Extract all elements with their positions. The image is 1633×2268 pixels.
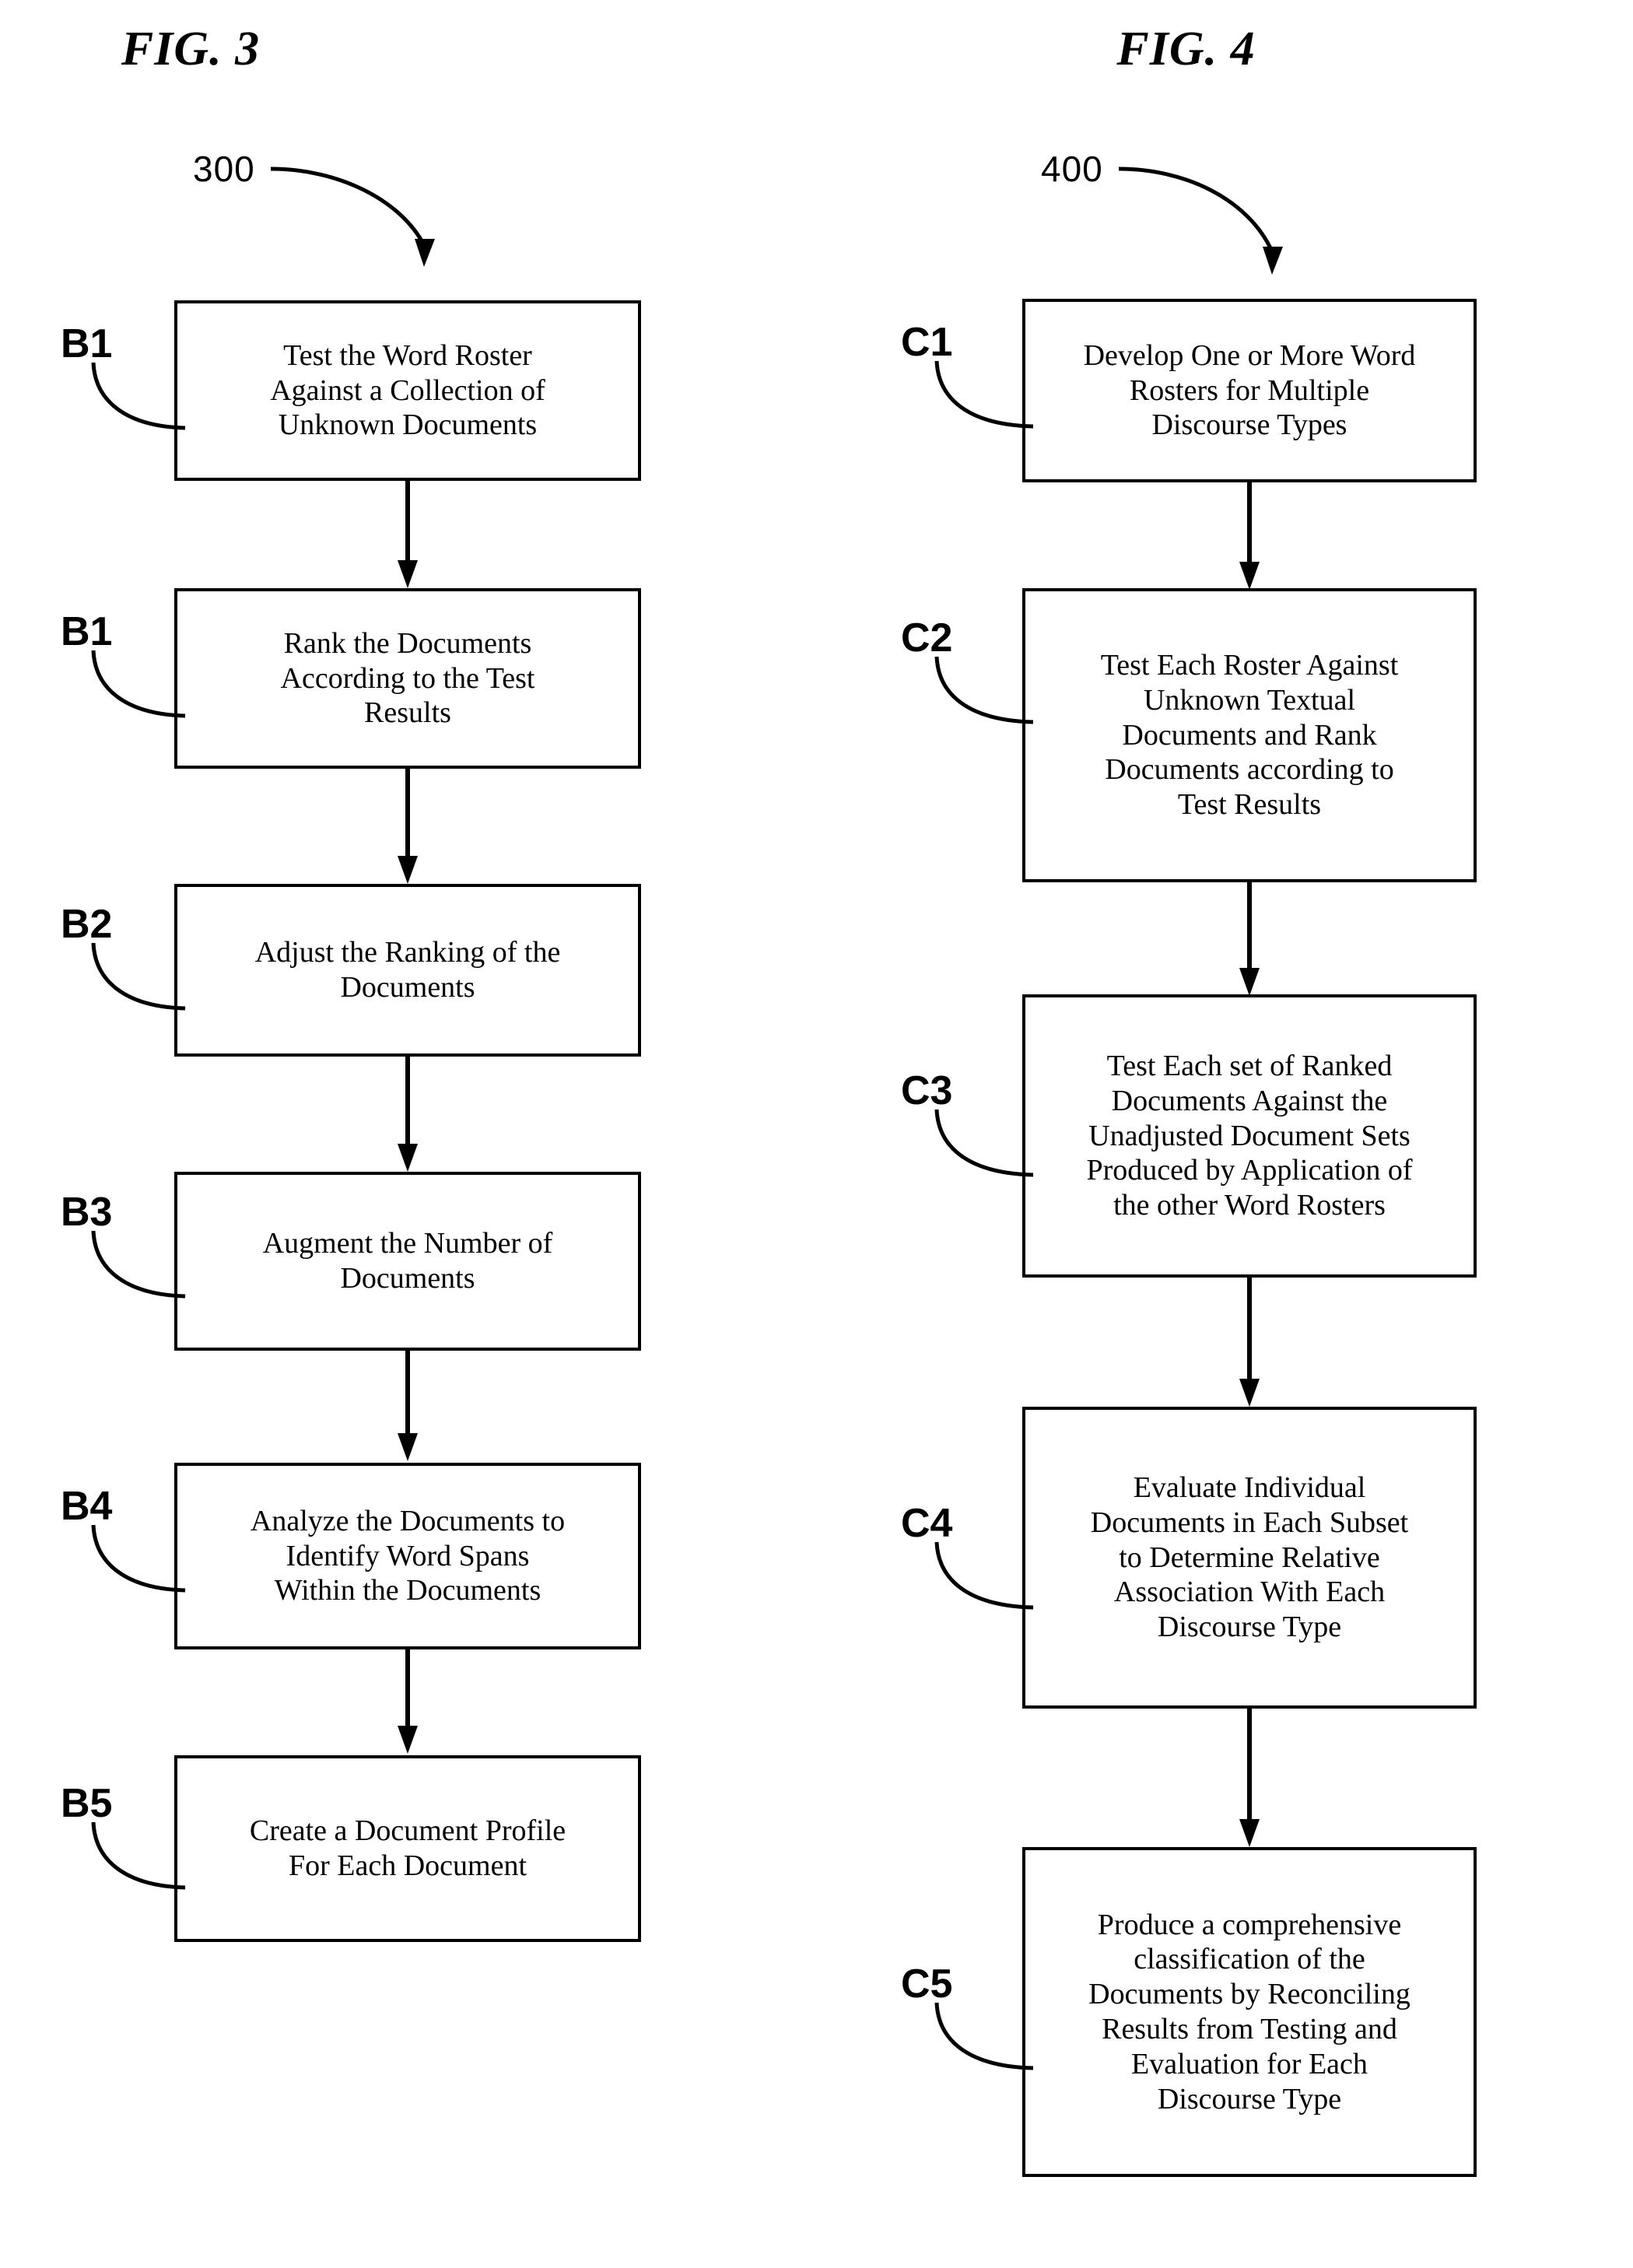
figure-4-arrow-1-to-2 xyxy=(1239,479,1260,590)
figure-3: FIG. 3 300 Test the Word Roster Against … xyxy=(0,0,817,2268)
figure-3-arrow-5-to-6 xyxy=(398,1646,418,1754)
figure-4-arrow-3-to-4 xyxy=(1239,1274,1260,1407)
figure-4-step-tag-3: C3 xyxy=(901,1068,953,1113)
figure-3-step-tag-4: B3 xyxy=(61,1190,113,1235)
figure-3-reference-leader-icon xyxy=(270,167,435,267)
figure-3-step-box-2[interactable]: Rank the Documents According to the Test… xyxy=(174,588,641,769)
figure-4-step-tag-1: C1 xyxy=(901,320,953,365)
figure-3-step-text-5: Analyze the Documents to Identify Word S… xyxy=(250,1504,566,1607)
figure-3-step-leader-4-icon xyxy=(91,1230,186,1299)
figure-4-step-box-5[interactable]: Produce a comprehensive classification o… xyxy=(1022,1847,1477,2177)
figure-3-step-leader-3-icon xyxy=(91,942,186,1011)
figure-4-step-box-3[interactable]: Test Each set of Ranked Documents Agains… xyxy=(1022,994,1477,1278)
figure-4-step-tag-5: C5 xyxy=(901,1961,953,2007)
figure-3-step-text-2: Rank the Documents According to the Test… xyxy=(280,626,535,730)
figure-3-reference-numeral: 300 xyxy=(193,149,255,189)
figure-4-step-leader-3-icon xyxy=(934,1109,1034,1177)
figure-4-step-text-5: Produce a comprehensive classification o… xyxy=(1088,1908,1410,2116)
figure-3-step-text-1: Test the Word Roster Against a Collectio… xyxy=(270,338,545,442)
figure-3-arrow-2-to-3 xyxy=(398,766,418,884)
figure-3-step-leader-1-icon xyxy=(91,362,186,430)
figure-4-step-text-2: Test Each Roster Against Unknown Textual… xyxy=(1100,648,1399,822)
figure-3-step-leader-5-icon xyxy=(91,1524,186,1593)
figure-3-step-text-4: Augment the Number of Documents xyxy=(262,1227,553,1295)
figure-3-step-tag-5: B4 xyxy=(61,1484,113,1529)
figure-3-step-box-4[interactable]: Augment the Number of Documents xyxy=(174,1172,641,1351)
figure-3-step-tag-3: B2 xyxy=(61,902,113,947)
figure-4-step-leader-2-icon xyxy=(934,656,1034,724)
figure-4-step-box-4[interactable]: Evaluate Individual Documents in Each Su… xyxy=(1022,1407,1477,1709)
figure-3-step-tag-6: B5 xyxy=(61,1781,113,1826)
figure-3-arrow-4-to-5 xyxy=(398,1348,418,1461)
figure-4-title: FIG. 4 xyxy=(1116,23,1256,75)
figure-3-step-leader-2-icon xyxy=(91,650,186,718)
figure-3-step-tag-1: B1 xyxy=(61,321,113,366)
figure-3-step-text-6: Create a Document Profile For Each Docum… xyxy=(249,1814,566,1882)
figure-3-step-leader-6-icon xyxy=(91,1821,186,1890)
figure-4: FIG. 4 400 Develop One or More Word Rost… xyxy=(817,0,1633,2268)
figure-4-reference-leader-icon xyxy=(1118,167,1283,275)
figure-3-arrow-3-to-4 xyxy=(398,1053,418,1172)
figure-4-step-box-2[interactable]: Test Each Roster Against Unknown Textual… xyxy=(1022,588,1477,882)
figure-4-reference-numeral: 400 xyxy=(1041,149,1103,189)
figure-4-step-text-3: Test Each set of Ranked Documents Agains… xyxy=(1086,1049,1413,1222)
figure-3-step-box-3[interactable]: Adjust the Ranking of the Documents xyxy=(174,884,641,1057)
figure-3-step-box-1[interactable]: Test the Word Roster Against a Collectio… xyxy=(174,300,641,481)
figure-3-step-text-3: Adjust the Ranking of the Documents xyxy=(254,936,561,1004)
figure-4-step-box-1[interactable]: Develop One or More Word Rosters for Mul… xyxy=(1022,299,1477,482)
figure-4-arrow-2-to-3 xyxy=(1239,879,1260,996)
figure-4-step-tag-4: C4 xyxy=(901,1501,953,1546)
figure-4-step-text-1: Develop One or More Word Rosters for Mul… xyxy=(1083,338,1416,442)
figure-4-step-leader-4-icon xyxy=(934,1541,1034,1610)
figure-3-title: FIG. 3 xyxy=(121,23,261,75)
figure-3-step-tag-2: B1 xyxy=(61,609,113,654)
figure-4-step-tag-2: C2 xyxy=(901,615,953,661)
figure-3-step-box-6[interactable]: Create a Document Profile For Each Docum… xyxy=(174,1755,641,1942)
figure-4-step-leader-5-icon xyxy=(934,2002,1034,2070)
figure-4-step-text-4: Evaluate Individual Documents in Each Su… xyxy=(1090,1471,1409,1644)
figure-4-step-leader-1-icon xyxy=(934,360,1034,429)
figure-4-arrow-4-to-5 xyxy=(1239,1705,1260,1847)
figure-3-step-box-5[interactable]: Analyze the Documents to Identify Word S… xyxy=(174,1463,641,1649)
figure-3-arrow-1-to-2 xyxy=(398,478,418,588)
